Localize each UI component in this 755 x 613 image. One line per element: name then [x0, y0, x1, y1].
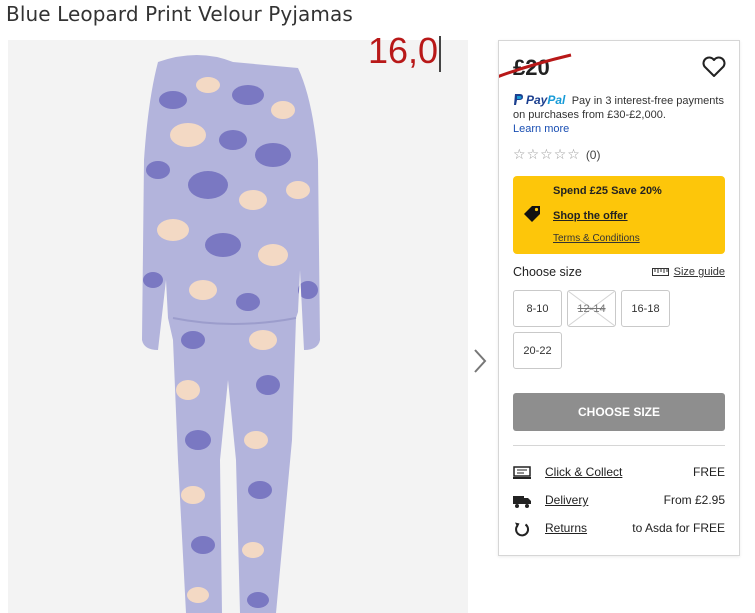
returns-value: to Asda for FREE — [632, 521, 725, 535]
star-icon: ☆ — [526, 147, 540, 163]
click-collect-link[interactable]: Click & Collect — [545, 465, 622, 479]
returns-link[interactable]: Returns — [545, 521, 587, 535]
next-image-arrow-icon[interactable] — [470, 346, 490, 376]
size-option-20-22[interactable]: 20-22 — [513, 332, 562, 369]
size-header: Choose size Size guide — [513, 265, 725, 279]
paypal-learn-more-link[interactable]: Learn more — [513, 122, 735, 136]
size-guide-link[interactable]: Size guide — [651, 266, 725, 278]
price-tag-icon — [524, 206, 540, 222]
delivery-option-click-collect: Click & Collect FREE — [513, 463, 725, 483]
delivery-link[interactable]: Delivery — [545, 493, 588, 507]
star-icon: ☆ — [540, 147, 553, 163]
shop-offer-link[interactable]: Shop the offer — [553, 210, 628, 222]
delivery-option-returns: Returns to Asda for FREE — [513, 519, 725, 539]
wishlist-heart-icon[interactable] — [701, 55, 727, 79]
pyjamas-illustration — [8, 40, 468, 613]
choose-size-label: Choose size — [513, 265, 582, 279]
paypal-logo-pay: Pay — [526, 93, 548, 107]
price-strikethrough-mark — [499, 53, 572, 78]
ruler-icon — [651, 268, 669, 276]
paypal-logo: PayPal — [513, 93, 569, 107]
delivery-value: From £2.95 — [663, 493, 725, 507]
star-icon: ☆ — [553, 147, 567, 163]
text-cursor — [439, 36, 441, 72]
star-rating[interactable]: ☆ ☆ ☆ ☆ ☆ (0) — [513, 147, 600, 163]
choose-size-button[interactable]: CHOOSE SIZE — [513, 393, 725, 431]
delivery-truck-icon — [513, 496, 531, 508]
terms-conditions-link[interactable]: Terms & Conditions — [553, 233, 640, 244]
size-option-16-18[interactable]: 16-18 — [621, 290, 670, 327]
size-option-12-14-unavailable[interactable]: 12-14 — [567, 290, 616, 327]
paypal-p-icon — [514, 94, 523, 105]
divider — [513, 445, 725, 446]
paypal-info: PayPal Pay in 3 interest-free payments o… — [513, 93, 735, 136]
click-collect-value: FREE — [692, 465, 725, 479]
product-image — [8, 40, 468, 613]
delivery-option-delivery: Delivery From £2.95 — [513, 491, 725, 511]
star-icon: ☆ — [513, 147, 526, 163]
size-option-label: 12-14 — [577, 302, 606, 315]
offer-headline: Spend £25 Save 20% — [553, 185, 662, 197]
review-count: (0) — [585, 148, 601, 162]
handwritten-price-annotation: 16,0 — [368, 30, 439, 71]
returns-icon — [515, 522, 530, 537]
offer-banner: Spend £25 Save 20% Shop the offer Terms … — [513, 176, 725, 254]
purchase-panel: £20 PayPal Pay in 3 interest-free paymen… — [498, 40, 740, 556]
product-title: Blue Leopard Print Velour Pyjamas — [6, 2, 353, 26]
size-guide-label: Size guide — [673, 266, 725, 278]
click-collect-icon — [513, 466, 531, 479]
paypal-logo-pal: Pal — [547, 93, 566, 107]
size-option-8-10[interactable]: 8-10 — [513, 290, 562, 327]
star-icon: ☆ — [567, 147, 580, 163]
